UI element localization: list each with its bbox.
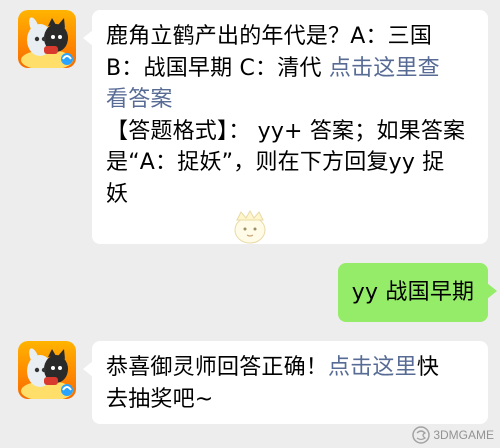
outgoing-message-answer: yy 战国早期 xyxy=(338,263,497,322)
watermark-text: 3DMGAME xyxy=(433,428,494,442)
message-line: 恭喜御灵师回答正确！点击这里快 xyxy=(106,352,476,384)
message-text: 是“A：捉妖”，则在下方回复yy 捉 xyxy=(106,150,445,175)
message-line: 鹿角立鹤产出的年代是？A：三国 xyxy=(106,21,476,53)
message-text: B：战国早期 C：清代 xyxy=(106,55,329,81)
message-text: 恭喜御灵师回答正确！ xyxy=(106,355,329,380)
message-text: 快 xyxy=(416,355,440,380)
message-text: 去抽奖吧~ xyxy=(106,386,214,412)
incoming-message-question: 鹿角立鹤产出的年代是？A：三国 B：战国早期 C：清代 点击这里查 看答案 【答… xyxy=(83,10,488,244)
ghost-sticker-icon xyxy=(234,209,266,244)
message-text: 【答题格式】： yy+ 答案；如果答案 xyxy=(106,118,466,144)
message-text: yy 战国早期 xyxy=(351,279,475,305)
message-text: 鹿角立鹤产出的年代是？A：三国 xyxy=(106,24,433,49)
game-character-icon xyxy=(21,17,73,68)
message-line: 是“A：捉妖”，则在下方回复yy 捉 xyxy=(106,147,476,179)
message-line: 看答案 xyxy=(106,84,476,116)
message-line: 妖 xyxy=(106,179,476,211)
watermark: 3DMGAME xyxy=(412,426,494,444)
game-character-icon xyxy=(21,348,73,399)
message-text: 妖 xyxy=(106,181,129,207)
bot-avatar[interactable] xyxy=(18,10,76,68)
message-line: 去抽奖吧~ xyxy=(106,384,476,416)
message-line: B：战国早期 C：清代 点击这里查 xyxy=(106,53,476,85)
view-answer-link[interactable]: 看答案 xyxy=(106,87,173,112)
lottery-link[interactable]: 点击这里 xyxy=(328,355,417,380)
message-line: 【答题格式】： yy+ 答案；如果答案 xyxy=(106,116,476,148)
incoming-message-result: 恭喜御灵师回答正确！点击这里快 去抽奖吧~ xyxy=(83,341,488,424)
view-answer-link[interactable]: 点击这里查 xyxy=(329,56,440,81)
bot-avatar[interactable] xyxy=(18,341,76,399)
3dm-logo-icon xyxy=(412,426,431,444)
